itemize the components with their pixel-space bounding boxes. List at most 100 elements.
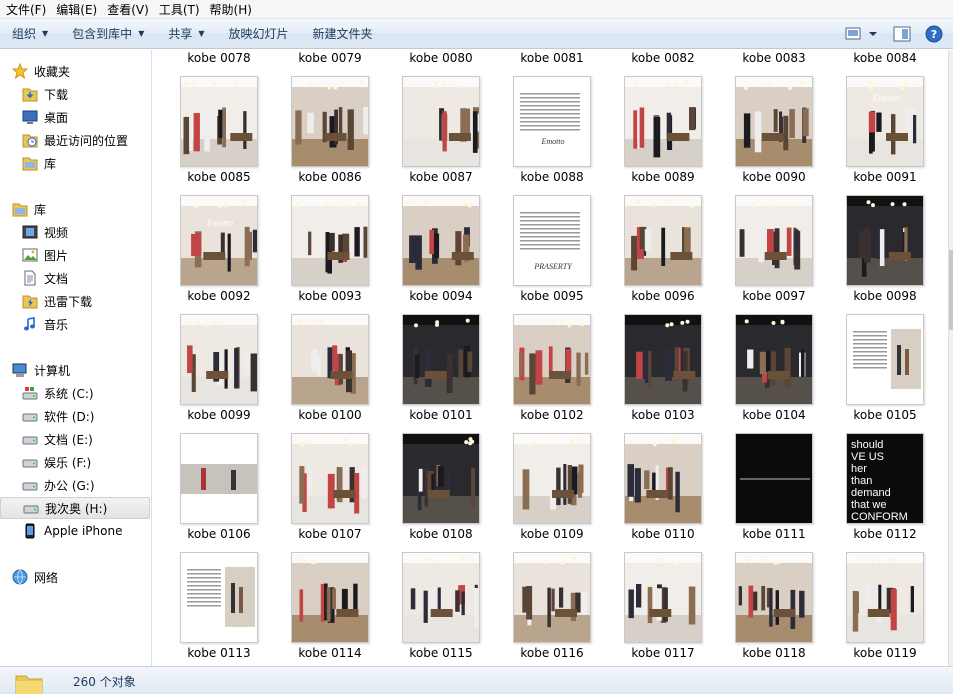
file-name[interactable]: kobe 0095 xyxy=(497,289,607,303)
nav-item-drive-4[interactable]: 办公 (G:) xyxy=(0,474,152,496)
file-thumbnail[interactable] xyxy=(180,314,258,405)
nav-computer[interactable]: 计算机 xyxy=(0,359,152,381)
file-thumbnail[interactable]: Emotto xyxy=(513,76,591,167)
organize-button[interactable]: 组织 ▼ xyxy=(0,19,60,49)
file-thumbnail[interactable] xyxy=(402,195,480,286)
file-name[interactable]: kobe 0079 xyxy=(275,51,385,65)
file-thumbnail[interactable] xyxy=(846,552,924,643)
file-thumbnail[interactable] xyxy=(624,195,702,286)
change-view-button[interactable] xyxy=(843,23,883,45)
file-thumbnail[interactable] xyxy=(513,433,591,524)
menu-item-1[interactable]: 编辑(E) xyxy=(54,1,105,18)
file-thumbnail[interactable]: Emotto xyxy=(180,195,258,286)
nav-item-drive-5[interactable]: 我次奥 (H:) xyxy=(0,497,150,519)
nav-item-lib-0[interactable]: 视频 xyxy=(0,221,152,243)
nav-item-lib-3[interactable]: 迅雷下载 xyxy=(0,290,152,312)
file-thumbnail[interactable] xyxy=(291,76,369,167)
file-name[interactable]: kobe 0106 xyxy=(164,527,274,541)
help-button[interactable]: ? xyxy=(921,23,947,45)
nav-item-drive-1[interactable]: 软件 (D:) xyxy=(0,405,152,427)
file-thumbnail[interactable] xyxy=(624,433,702,524)
file-name[interactable]: kobe 0117 xyxy=(608,646,718,660)
file-thumbnail[interactable]: Emotto xyxy=(846,76,924,167)
file-name[interactable]: kobe 0104 xyxy=(719,408,829,422)
file-name[interactable]: kobe 0115 xyxy=(386,646,496,660)
file-thumbnail[interactable] xyxy=(402,76,480,167)
file-name[interactable]: kobe 0078 xyxy=(164,51,274,65)
file-name[interactable]: kobe 0081 xyxy=(497,51,607,65)
file-thumbnail[interactable] xyxy=(291,314,369,405)
file-name[interactable]: kobe 0113 xyxy=(164,646,274,660)
file-thumbnail[interactable] xyxy=(624,76,702,167)
nav-favorites[interactable]: 收藏夹 xyxy=(0,60,152,82)
file-name[interactable]: kobe 0116 xyxy=(497,646,607,660)
file-name[interactable]: kobe 0119 xyxy=(830,646,940,660)
file-name[interactable]: kobe 0093 xyxy=(275,289,385,303)
menu-item-4[interactable]: 帮助(H) xyxy=(208,1,260,18)
file-thumbnail[interactable] xyxy=(291,195,369,286)
file-thumbnail[interactable] xyxy=(180,76,258,167)
nav-item-lib-1[interactable]: 图片 xyxy=(0,244,152,266)
file-name[interactable]: kobe 0082 xyxy=(608,51,718,65)
nav-item-lib-4[interactable]: 音乐 xyxy=(0,313,152,335)
nav-item-drive-0[interactable]: 系统 (C:) xyxy=(0,382,152,404)
file-thumbnail[interactable] xyxy=(513,552,591,643)
include-library-button[interactable]: 包含到库中 ▼ xyxy=(60,19,156,49)
file-name[interactable]: kobe 0098 xyxy=(830,289,940,303)
file-name[interactable]: kobe 0111 xyxy=(719,527,829,541)
file-name[interactable]: kobe 0101 xyxy=(386,408,496,422)
file-name[interactable]: kobe 0112 xyxy=(830,527,940,541)
file-thumbnail[interactable] xyxy=(735,552,813,643)
file-name[interactable]: kobe 0087 xyxy=(386,170,496,184)
file-name[interactable]: kobe 0088 xyxy=(497,170,607,184)
menu-item-2[interactable]: 查看(V) xyxy=(105,1,157,18)
file-name[interactable]: kobe 0100 xyxy=(275,408,385,422)
file-thumbnail[interactable] xyxy=(846,314,924,405)
slideshow-button[interactable]: 放映幻灯片 xyxy=(217,19,301,49)
file-name[interactable]: kobe 0091 xyxy=(830,170,940,184)
file-name[interactable]: kobe 0108 xyxy=(386,527,496,541)
file-thumbnail[interactable] xyxy=(513,314,591,405)
file-thumbnail[interactable] xyxy=(402,433,480,524)
nav-item-fav-1[interactable]: 桌面 xyxy=(0,106,152,128)
new-folder-button[interactable]: 新建文件夹 xyxy=(301,19,385,49)
nav-item-drive-2[interactable]: 文档 (E:) xyxy=(0,428,152,450)
file-thumbnail[interactable] xyxy=(402,314,480,405)
file-thumbnail[interactable] xyxy=(735,314,813,405)
file-name[interactable]: kobe 0099 xyxy=(164,408,274,422)
file-thumbnail[interactable] xyxy=(735,195,813,286)
file-thumbnail[interactable] xyxy=(291,433,369,524)
file-thumbnail[interactable] xyxy=(180,433,258,524)
file-name[interactable]: kobe 0097 xyxy=(719,289,829,303)
file-name[interactable]: kobe 0107 xyxy=(275,527,385,541)
nav-network[interactable]: 网络 xyxy=(0,566,152,588)
file-thumbnail[interactable] xyxy=(624,314,702,405)
nav-item-drive-3[interactable]: 娱乐 (F:) xyxy=(0,451,152,473)
file-name[interactable]: kobe 0084 xyxy=(830,51,940,65)
file-thumbnail[interactable]: should VE US her than demand that we CONFORM xyxy=(846,433,924,524)
file-name[interactable]: kobe 0092 xyxy=(164,289,274,303)
file-name[interactable]: kobe 0118 xyxy=(719,646,829,660)
file-name[interactable]: kobe 0103 xyxy=(608,408,718,422)
file-thumbnail[interactable] xyxy=(735,433,813,524)
file-thumbnail[interactable] xyxy=(846,195,924,286)
file-name[interactable]: kobe 0114 xyxy=(275,646,385,660)
nav-item-lib-2[interactable]: 文档 xyxy=(0,267,152,289)
nav-item-fav-2[interactable]: 最近访问的位置 xyxy=(0,129,152,151)
file-thumbnail[interactable] xyxy=(291,552,369,643)
file-name[interactable]: kobe 0094 xyxy=(386,289,496,303)
file-name[interactable]: kobe 0105 xyxy=(830,408,940,422)
file-thumbnail[interactable] xyxy=(624,552,702,643)
vertical-scrollbar[interactable] xyxy=(948,50,953,666)
file-name[interactable]: kobe 0086 xyxy=(275,170,385,184)
file-name[interactable]: kobe 0110 xyxy=(608,527,718,541)
nav-libraries[interactable]: 库 xyxy=(0,198,152,220)
file-name[interactable]: kobe 0083 xyxy=(719,51,829,65)
file-name[interactable]: kobe 0096 xyxy=(608,289,718,303)
file-name[interactable]: kobe 0080 xyxy=(386,51,496,65)
file-thumbnail[interactable] xyxy=(735,76,813,167)
preview-pane-button[interactable] xyxy=(889,23,915,45)
file-name[interactable]: kobe 0102 xyxy=(497,408,607,422)
nav-item-drive-6[interactable]: Apple iPhone xyxy=(0,520,152,542)
nav-item-fav-0[interactable]: 下载 xyxy=(0,83,152,105)
